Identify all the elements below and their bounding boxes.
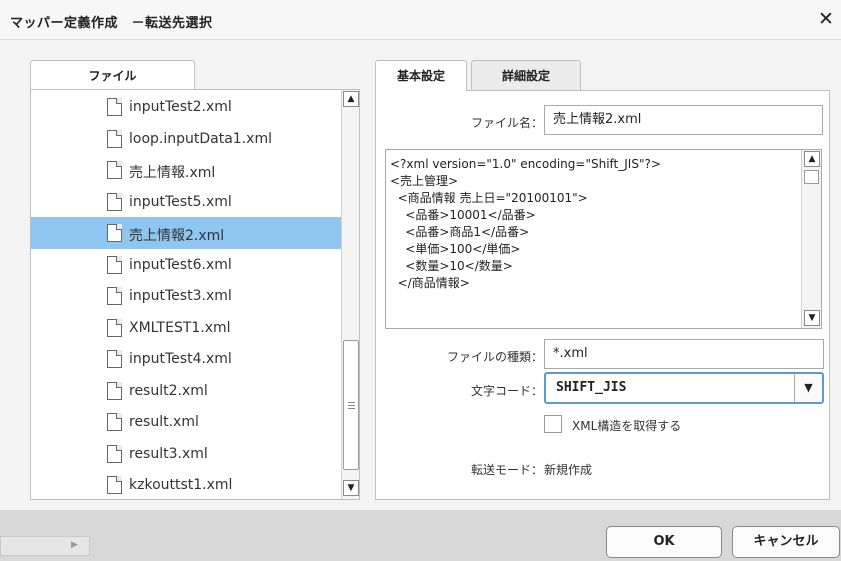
file-name: kzkouttst1.xml	[129, 477, 233, 493]
file-list-scrollbar[interactable]: ▲ ▼	[341, 90, 359, 499]
document-icon	[107, 318, 122, 337]
document-icon	[107, 350, 122, 368]
tab-detail-settings[interactable]: 詳細設定	[471, 60, 581, 90]
file-name: inputTest5.xml	[129, 193, 232, 210]
ok-button[interactable]: OK	[606, 526, 722, 558]
basic-settings-panel: ファイル名： 売上情報2.xml <?xml version="1.0" enc…	[375, 90, 830, 500]
file-list-item[interactable]: inputTest6.xml	[31, 249, 341, 281]
charset-value: SHIFT_JIS	[556, 380, 627, 395]
grip-line	[348, 405, 355, 406]
file-name: 売上情報.xml	[129, 165, 216, 181]
file-name: loop.inputData1.xml	[129, 130, 272, 147]
file-name: inputTest2.xml	[129, 99, 232, 115]
file-name: 売上情報2.xml	[129, 228, 225, 244]
file-name: result3.xml	[129, 445, 208, 462]
transfer-mode-value: 新規作成	[544, 463, 593, 477]
file-name: inputTest4.xml	[129, 351, 232, 367]
file-name: inputTest3.xml	[129, 288, 232, 304]
document-icon	[107, 476, 122, 494]
xml-structure-checkbox-label: XML構造を取得する	[572, 419, 682, 433]
close-icon[interactable]: ✕	[815, 8, 837, 30]
file-list-item[interactable]: loop.inputData1.xml	[31, 123, 341, 155]
document-icon	[107, 287, 122, 305]
dialog-title: マッパー定義作成 －転送先選択	[10, 16, 213, 31]
preview-scroll-up-button[interactable]: ▲	[804, 151, 820, 167]
title-bar: マッパー定義作成 －転送先選択 ✕	[0, 0, 841, 40]
scroll-thumb[interactable]	[343, 340, 359, 470]
file-name: XMLTEST1.xml	[129, 319, 231, 336]
file-list-item[interactable]: XMLTEST1.xml	[31, 312, 341, 344]
xml-structure-checkbox[interactable]	[544, 415, 562, 433]
xml-preview[interactable]: <?xml version="1.0" encoding="Shift_JIS"…	[385, 149, 822, 329]
horizontal-scrollbar[interactable]: ▶	[0, 536, 90, 556]
grip-line	[348, 402, 355, 403]
scroll-right-icon: ▶	[71, 540, 78, 550]
file-pane: ファイル inputTest2.xml loop.inputData1.xml 売上…	[30, 60, 360, 500]
charset-label: 文字コード：	[470, 384, 543, 398]
tab-file[interactable]: ファイル	[30, 60, 195, 90]
filename-label: ファイル名：	[470, 116, 543, 130]
chevron-down-icon[interactable]: ▼	[794, 374, 822, 402]
xml-preview-text: <?xml version="1.0" encoding="Shift_JIS"…	[390, 157, 661, 290]
preview-scroll-thumb[interactable]	[804, 170, 819, 184]
file-list[interactable]: inputTest2.xml loop.inputData1.xml 売上情報.xm…	[30, 89, 360, 500]
filetype-input[interactable]: *.xml	[544, 339, 824, 369]
document-icon	[107, 255, 122, 274]
document-icon	[107, 98, 122, 116]
dialog: マッパー定義作成 －転送先選択 ✕ ファイル inputTest2.xml loo…	[0, 0, 841, 510]
document-icon	[107, 224, 122, 242]
document-icon	[107, 161, 122, 179]
transfer-mode-label: 転送モード：	[470, 463, 543, 477]
file-name: result.xml	[129, 414, 199, 430]
scroll-down-button[interactable]: ▼	[343, 480, 359, 496]
file-list-item[interactable]: inputTest4.xml	[31, 343, 341, 375]
grip-line	[348, 408, 355, 409]
document-icon	[107, 444, 122, 463]
file-list-item[interactable]: result.xml	[31, 406, 341, 438]
file-list-item[interactable]: kzkouttst1.xml	[31, 469, 341, 499]
file-list-item[interactable]: 売上情報.xml	[31, 154, 341, 186]
preview-scrollbar[interactable]: ▲ ▼	[801, 150, 821, 328]
file-name: result2.xml	[129, 382, 208, 399]
file-list-item[interactable]: 売上情報2.xml	[31, 217, 341, 249]
file-name: inputTest6.xml	[129, 256, 232, 273]
file-list-item[interactable]: inputTest2.xml	[31, 91, 341, 123]
preview-scroll-down-button[interactable]: ▼	[804, 310, 820, 326]
file-list-item[interactable]: result2.xml	[31, 375, 341, 407]
tab-basic-settings[interactable]: 基本設定	[375, 60, 467, 91]
dialog-content: ファイル inputTest2.xml loop.inputData1.xml 売上…	[0, 40, 841, 510]
file-list-item[interactable]: inputTest3.xml	[31, 280, 341, 312]
settings-pane: 基本設定 詳細設定 ファイル名： 売上情報2.xml <?xml version…	[375, 60, 830, 500]
charset-select[interactable]: SHIFT_JIS ▼	[544, 372, 824, 404]
filetype-label: ファイルの種類：	[446, 350, 543, 364]
scroll-up-button[interactable]: ▲	[343, 91, 359, 107]
file-list-item[interactable]: result3.xml	[31, 438, 341, 470]
cancel-button[interactable]: キャンセル	[732, 526, 840, 558]
document-icon	[107, 129, 122, 148]
file-list-item[interactable]: inputTest5.xml	[31, 186, 341, 218]
filename-input[interactable]: 売上情報2.xml	[544, 105, 823, 135]
document-icon	[107, 192, 122, 211]
document-icon	[107, 381, 122, 400]
document-icon	[107, 413, 122, 431]
